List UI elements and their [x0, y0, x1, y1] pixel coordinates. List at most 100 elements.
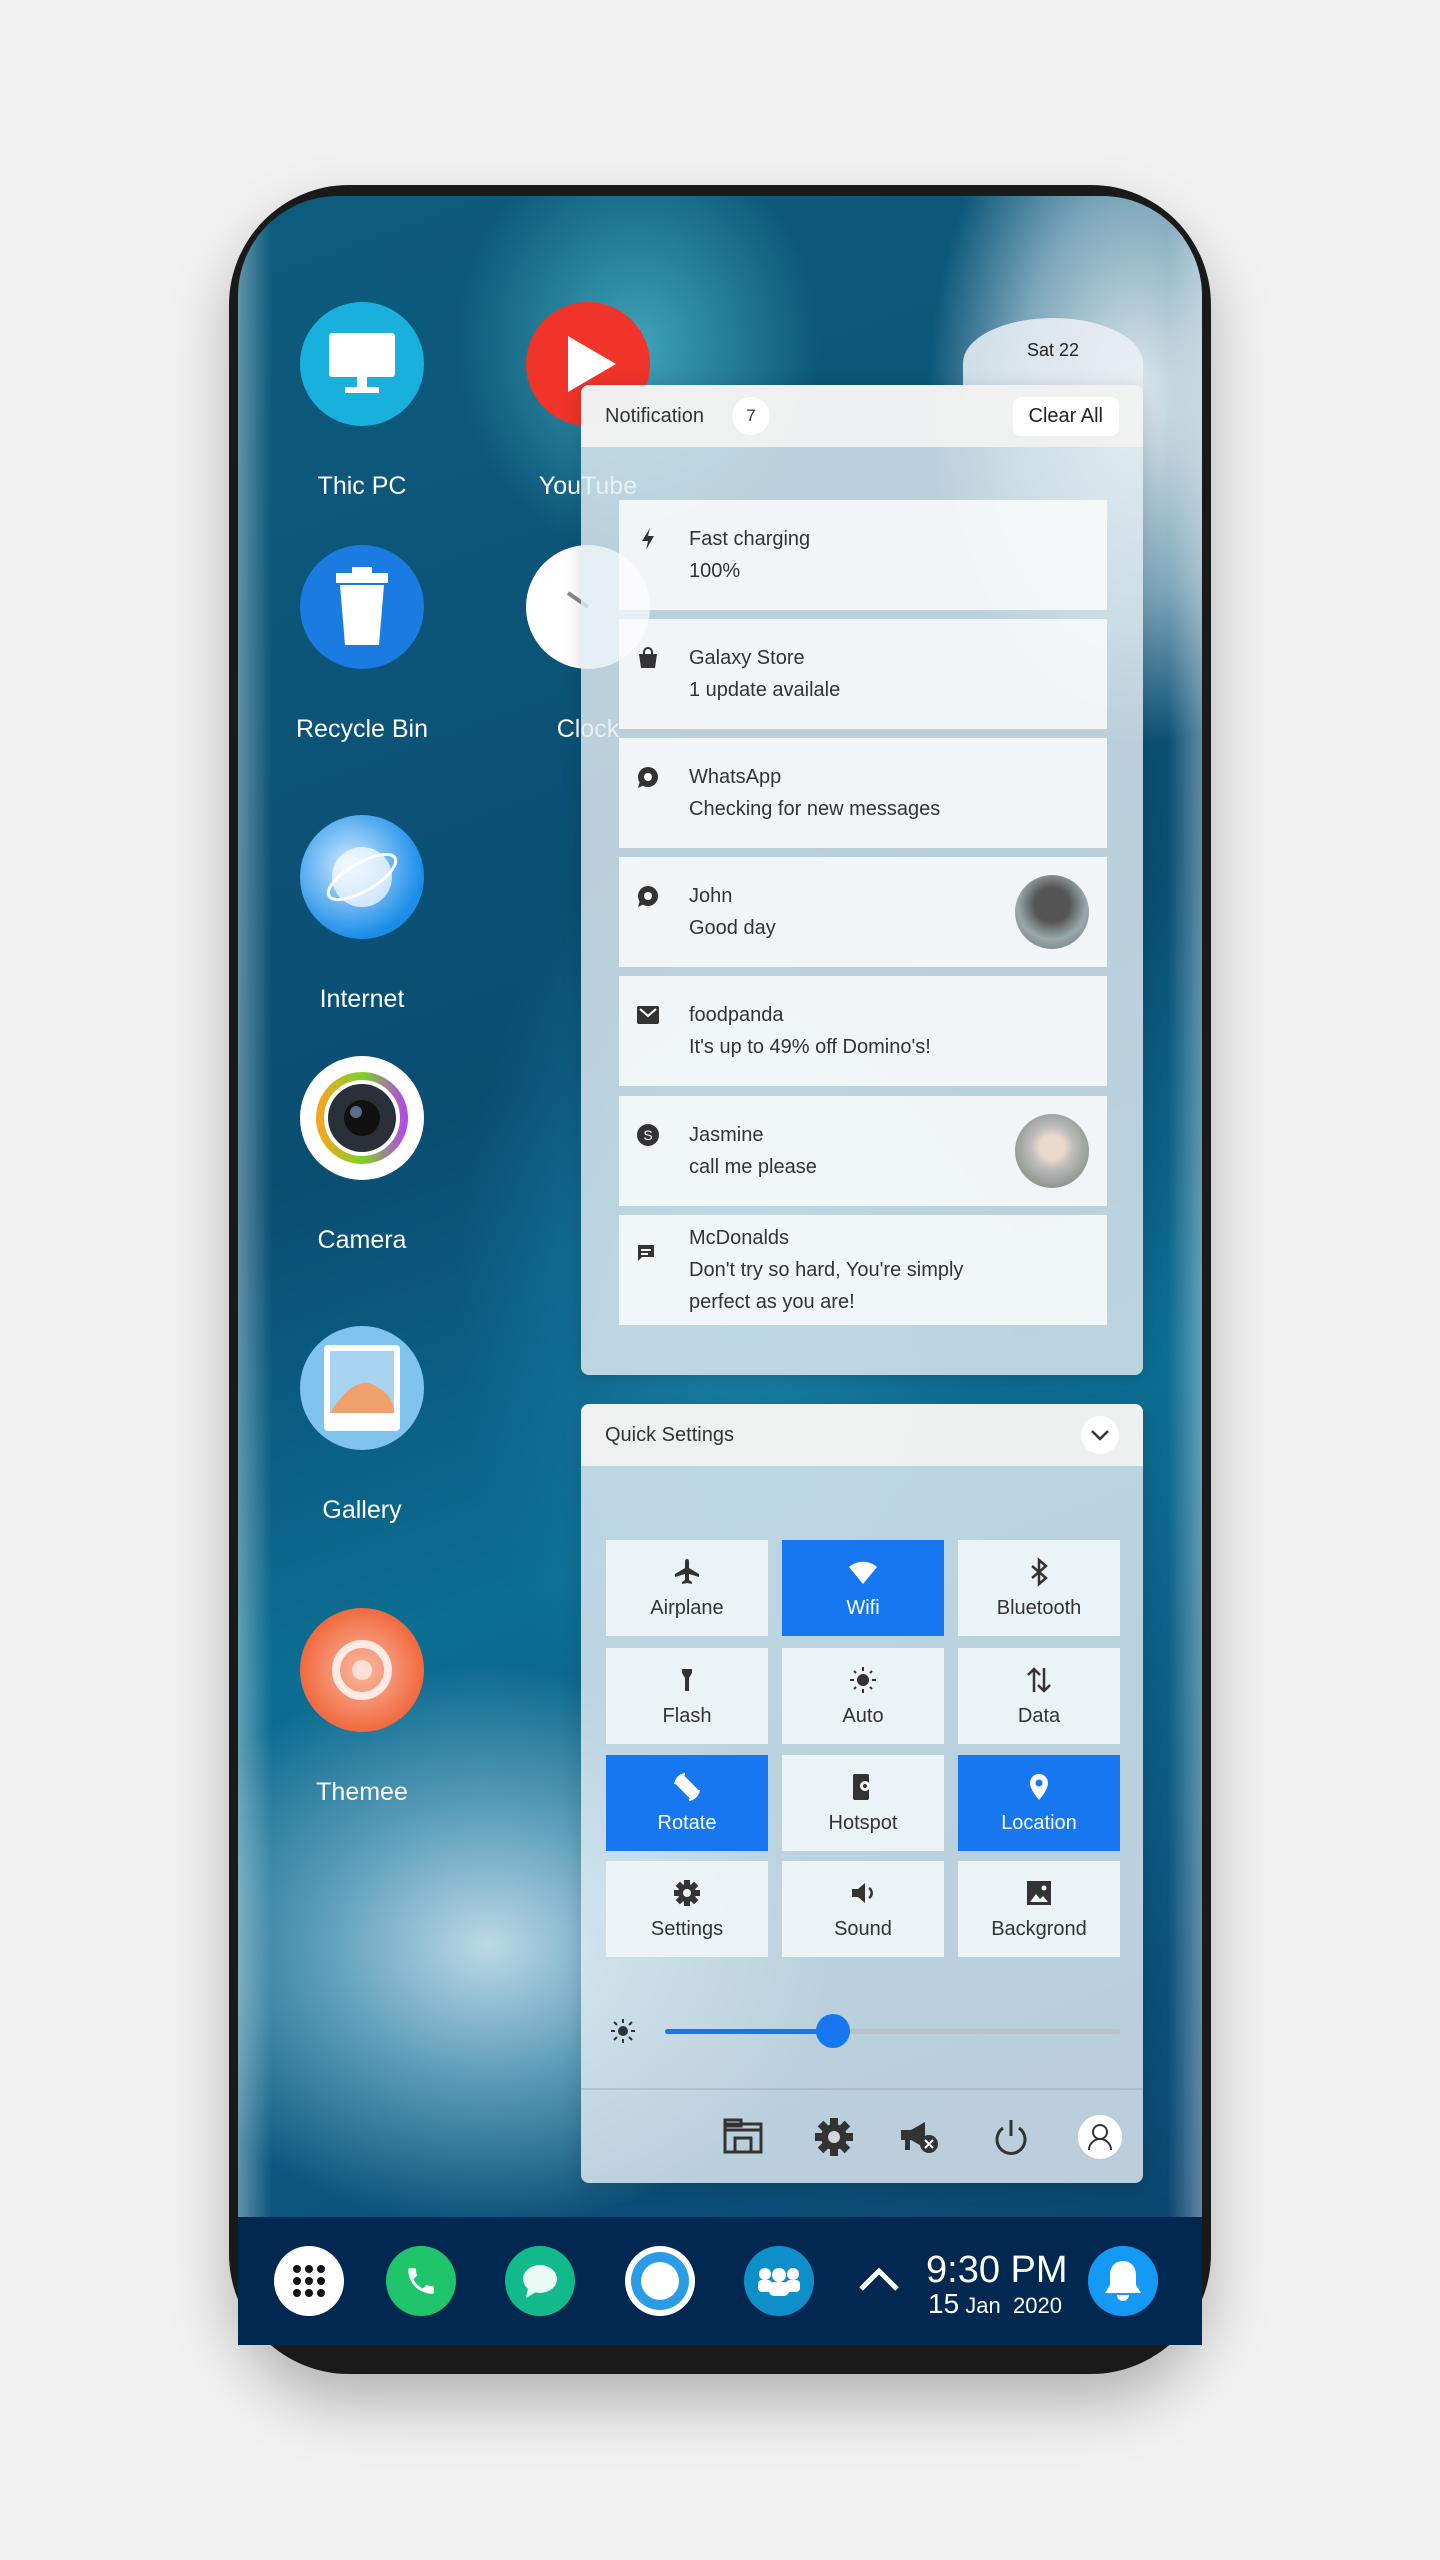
brightness-icon: [850, 1666, 876, 1693]
date-day: 15: [928, 2288, 960, 2319]
notification-card[interactable]: Fast charging 100%: [619, 500, 1107, 610]
flashlight-icon: [682, 1668, 692, 1691]
app-internet[interactable]: Internet: [262, 815, 462, 1013]
people-icon[interactable]: [744, 2246, 814, 2316]
app-themee[interactable]: Themee: [262, 1608, 462, 1806]
power-icon[interactable]: [993, 2118, 1029, 2161]
notification-card[interactable]: WhatsApp Checking for new messages: [619, 738, 1107, 848]
tile-label: Location: [1001, 1811, 1077, 1834]
whatsapp-icon: [635, 764, 661, 790]
tile-bluetooth[interactable]: Bluetooth: [958, 1540, 1120, 1636]
tile-airplane[interactable]: Airplane: [606, 1540, 768, 1636]
hotspot-icon: [853, 1773, 870, 1800]
contact-avatar[interactable]: [1015, 1114, 1089, 1188]
megaphone-mute-icon[interactable]: [899, 2118, 941, 2161]
bell-icon[interactable]: [1088, 2246, 1158, 2316]
trash-icon: [300, 545, 424, 669]
notification-title: Jasmine: [689, 1124, 764, 1146]
monitor-icon: [300, 302, 424, 426]
chat-icon: [635, 1241, 661, 1267]
notification-body: Checking for new messages: [689, 798, 941, 820]
notification-title: foodpanda: [689, 1004, 784, 1026]
notification-body-line2: perfect as you are!: [689, 1291, 855, 1313]
tile-label: Data: [1017, 1704, 1061, 1727]
notification-count-badge: 7: [731, 397, 770, 435]
notification-card[interactable]: foodpanda It's up to 49% off Domino's!: [619, 976, 1107, 1086]
taskbar-clock[interactable]: 9:30 PM 15 Jan 2020: [926, 2250, 1068, 2320]
tile-label: Hotspot: [828, 1811, 898, 1834]
tile-label: Rotate: [657, 1811, 717, 1834]
brightness-slider[interactable]: [665, 2014, 1120, 2048]
camera-icon: [300, 1056, 424, 1180]
tile-settings[interactable]: Settings: [606, 1861, 768, 1957]
gear-icon: [674, 1879, 700, 1906]
app-this-pc[interactable]: Thic PC: [262, 302, 462, 500]
whatsapp-icon: [635, 883, 661, 909]
tile-label: Sound: [834, 1917, 892, 1940]
tile-label: Wifi: [846, 1596, 880, 1619]
app-camera[interactable]: Camera: [262, 1056, 462, 1254]
phone-icon[interactable]: [386, 2246, 456, 2316]
tile-location[interactable]: Location: [958, 1755, 1120, 1851]
quick-settings-panel: Quick Settings Airplane Wifi Bluetooth Flas…: [581, 1404, 1143, 2183]
tile-data[interactable]: Data: [958, 1648, 1120, 1744]
tile-wifi[interactable]: Wifi: [782, 1540, 944, 1636]
date-year: 2020: [1013, 2293, 1062, 2318]
app-label: Camera: [317, 1226, 407, 1254]
notification-card[interactable]: McDonalds Don't try so hard, You're simpl…: [619, 1215, 1107, 1325]
notification-title: Notification: [605, 404, 704, 427]
chevron-down-icon[interactable]: [1081, 1416, 1119, 1454]
tile-flash[interactable]: Flash: [606, 1648, 768, 1744]
tile-label: Auto: [842, 1704, 884, 1727]
tile-sound[interactable]: Sound: [782, 1861, 944, 1957]
notification-card[interactable]: John Good day: [619, 857, 1107, 967]
screen-edge-right: [1168, 196, 1202, 2217]
image-icon: [1027, 1880, 1051, 1905]
notification-title: John: [689, 885, 733, 907]
theme-icon: [300, 1608, 424, 1732]
notification-title: Galaxy Store: [689, 647, 805, 669]
app-label: Internet: [319, 985, 405, 1013]
notification-body: 1 update availale: [689, 679, 841, 701]
app-gallery[interactable]: Gallery: [262, 1326, 462, 1524]
tile-rotate[interactable]: Rotate: [606, 1755, 768, 1851]
contact-avatar[interactable]: [1015, 875, 1089, 949]
tile-label: Bluetooth: [996, 1596, 1082, 1619]
speaker-icon: [852, 1882, 873, 1903]
notification-body: 100%: [689, 560, 741, 582]
app-label: Gallery: [322, 1496, 402, 1524]
tile-backgrond[interactable]: Backgrond: [958, 1861, 1120, 1957]
user-icon[interactable]: [1078, 2115, 1122, 2159]
gear-icon[interactable]: [815, 2118, 853, 2161]
notification-title: WhatsApp: [689, 766, 782, 788]
globe-icon: [300, 815, 424, 939]
chevron-up-icon[interactable]: [858, 2266, 900, 2297]
notification-card[interactable]: Galaxy Store 1 update availale: [619, 619, 1107, 729]
app-recycle-bin[interactable]: Recycle Bin: [262, 545, 462, 743]
rotate-icon: [674, 1772, 700, 1801]
brightness-knob[interactable]: [816, 2014, 851, 2048]
file-explorer-icon[interactable]: [723, 2118, 763, 2159]
notification-card[interactable]: S Jasmine call me please: [619, 1096, 1107, 1206]
cortana-icon[interactable]: [625, 2246, 695, 2316]
mail-icon: [635, 1002, 661, 1028]
brightness-fill: [665, 2029, 834, 2034]
app-label: Recycle Bin: [296, 715, 428, 743]
tile-auto[interactable]: Auto: [782, 1648, 944, 1744]
notification-header: Notification 7 Clear All: [581, 385, 1143, 447]
bolt-icon: [635, 526, 661, 552]
clear-all-button[interactable]: Clear All: [1012, 396, 1119, 436]
airplane-icon: [675, 1558, 699, 1584]
notification-title: McDonalds: [689, 1227, 790, 1249]
messages-icon[interactable]: [505, 2246, 575, 2316]
gallery-icon: [300, 1326, 424, 1450]
tile-hotspot[interactable]: Hotspot: [782, 1755, 944, 1851]
skype-icon: S: [635, 1122, 661, 1148]
quick-settings-header: Quick Settings: [581, 1404, 1143, 1466]
shopping-bag-icon: [635, 645, 661, 671]
app-grid-icon[interactable]: [274, 2246, 344, 2316]
tile-label: Settings: [650, 1917, 724, 1940]
notification-body: call me please: [689, 1156, 817, 1178]
tile-label: Airplane: [650, 1596, 724, 1619]
divider: [581, 2088, 1143, 2090]
